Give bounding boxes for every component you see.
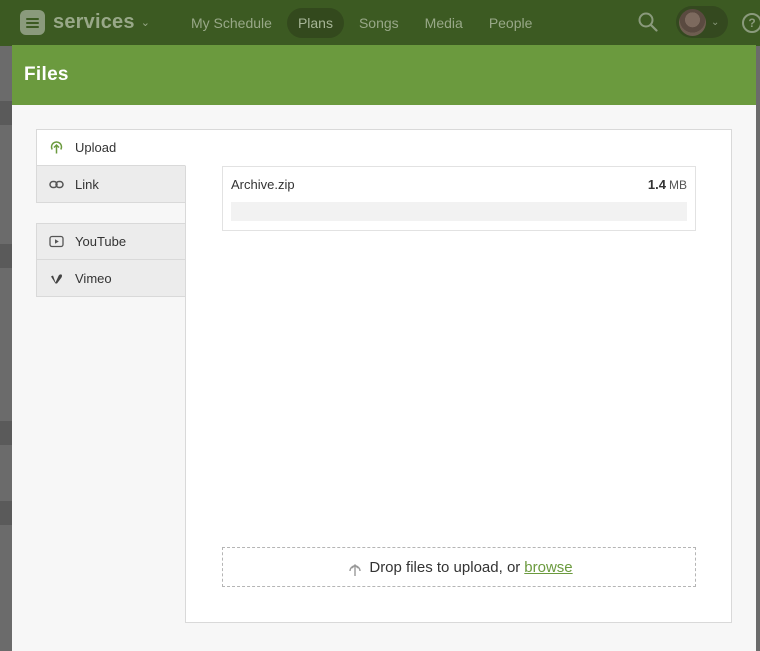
nav-people[interactable]: People <box>478 8 544 38</box>
dropzone[interactable]: Drop files to upload, or browse <box>222 547 696 587</box>
upload-panel: Archive.zip 1.4 MB Drop files to upload, … <box>185 129 732 623</box>
source-tabs: Upload Link YouTube Vimeo <box>36 129 186 297</box>
upload-progress-bar <box>231 202 687 221</box>
underlay-row <box>0 501 12 525</box>
modal-header: Files <box>12 45 756 105</box>
file-item: Archive.zip 1.4 MB <box>222 166 696 231</box>
vimeo-icon <box>49 271 64 286</box>
tab-link-label: Link <box>75 176 99 192</box>
tab-upload-label: Upload <box>75 140 117 155</box>
nav-songs[interactable]: Songs <box>348 8 410 38</box>
link-icon <box>49 177 64 192</box>
chevron-down-icon: ⌄ <box>140 17 150 29</box>
browse-link[interactable]: browse <box>524 559 572 576</box>
user-menu[interactable]: ⌄ <box>676 6 728 38</box>
app-logo[interactable]: services ⌄ <box>20 10 150 35</box>
tab-youtube[interactable]: YouTube <box>37 224 185 260</box>
file-name: Archive.zip <box>231 177 295 192</box>
file-size-value: 1.4 <box>647 177 666 192</box>
underlay-row <box>0 421 12 445</box>
tab-group-files: Upload Link <box>36 129 186 203</box>
nav-media[interactable]: Media <box>414 8 474 38</box>
chevron-down-icon: ⌄ <box>711 16 720 28</box>
files-modal: Files Upload Link YouTube Vimeo Archive.… <box>12 45 756 651</box>
main-nav: My Schedule Plans Songs Media People <box>180 8 543 38</box>
file-size: 1.4 MB <box>648 177 687 192</box>
underlay-row <box>0 101 12 125</box>
tab-group-video: YouTube Vimeo <box>36 223 186 297</box>
upload-icon <box>49 140 64 155</box>
cloud-upload-icon <box>349 564 362 576</box>
help-icon[interactable]: ? <box>742 13 760 33</box>
top-nav-bar: services ⌄ My Schedule Plans Songs Media… <box>0 0 760 46</box>
file-size-unit: MB <box>669 178 687 192</box>
underlay-row <box>0 244 12 268</box>
modal-body: Upload Link YouTube Vimeo Archive.zip 1.… <box>12 105 756 651</box>
nav-plans[interactable]: Plans <box>286 8 344 38</box>
search-icon[interactable] <box>638 12 658 32</box>
services-logo-icon <box>20 10 45 35</box>
tab-vimeo-label: Vimeo <box>75 270 112 286</box>
nav-my-schedule[interactable]: My Schedule <box>180 8 283 38</box>
tab-upload[interactable]: Upload <box>37 130 186 166</box>
modal-title: Files <box>24 64 69 85</box>
youtube-icon <box>49 234 64 249</box>
tab-vimeo[interactable]: Vimeo <box>37 260 185 296</box>
tab-youtube-label: YouTube <box>75 234 127 249</box>
dropzone-text: Drop files to upload, or <box>369 558 521 576</box>
app-name: services <box>53 11 135 33</box>
tab-link[interactable]: Link <box>37 166 185 202</box>
avatar <box>679 8 706 36</box>
